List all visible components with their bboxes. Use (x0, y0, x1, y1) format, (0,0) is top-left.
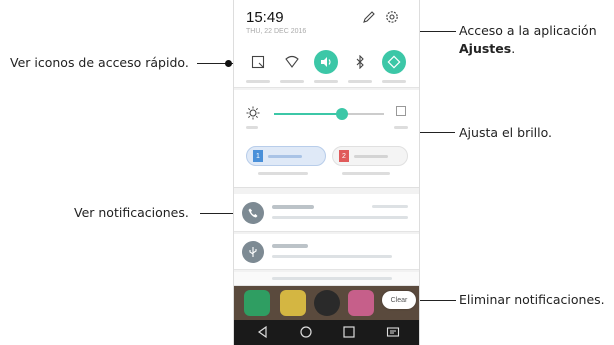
callout-brightness: Ajusta el brillo. (459, 124, 552, 142)
callout-notifications: Ver notificaciones. (74, 204, 189, 222)
notification-time-placeholder (372, 205, 408, 208)
sim-card-2-button[interactable]: 2 (332, 146, 408, 166)
callout-clear: Eliminar notificaciones. (459, 291, 605, 309)
phone-icon (248, 208, 258, 218)
home-icon[interactable] (299, 325, 313, 339)
callout-quick-access-text: Ver iconos de acceso rápido. (10, 55, 189, 70)
qs-label-placeholder (314, 80, 338, 83)
navigation-bar (234, 320, 419, 345)
callout-settings-line2: Ajustes. (459, 40, 597, 58)
notification-text-placeholder (272, 255, 392, 258)
rotation-icon (387, 55, 401, 69)
brightness-percent-placeholder (246, 126, 258, 129)
app-phone[interactable] (244, 290, 270, 316)
brightness-icon (246, 106, 260, 120)
callout-clear-text: Eliminar notificaciones. (459, 292, 605, 307)
brightness-slider[interactable] (274, 108, 384, 120)
clock-time: 15:49 (246, 9, 284, 26)
edit-icon[interactable] (362, 10, 376, 24)
brightness-slider-fill (274, 113, 343, 115)
notification-partial (234, 272, 419, 286)
sim-2-label-placeholder (354, 154, 388, 158)
callout-quick-access-dot (225, 60, 232, 67)
quick-settings-bar (234, 42, 419, 88)
screen-capture-icon (251, 55, 265, 69)
notification-icon (242, 202, 264, 224)
notification-file-transfer[interactable] (234, 234, 419, 270)
auto-label-placeholder (394, 126, 408, 129)
sound-toggle[interactable] (314, 50, 338, 74)
sim-2-badge: 2 (339, 150, 349, 162)
notification-text-placeholder (272, 216, 408, 219)
notification-title-placeholder (272, 205, 314, 209)
recents-icon[interactable] (342, 325, 356, 339)
screen-capture-toggle[interactable] (246, 50, 270, 74)
sim-1-carrier-placeholder (258, 172, 308, 175)
sound-icon (321, 57, 331, 67)
back-icon[interactable] (256, 325, 270, 339)
dual-window-icon[interactable] (386, 325, 400, 339)
sim-1-label-placeholder (268, 154, 302, 158)
callout-notifications-text: Ver notificaciones. (74, 205, 189, 220)
status-header: 15:49 THU, 22 DEC 2016 (234, 0, 419, 42)
brightness-panel: 1 2 (234, 90, 419, 188)
phone-screen: 15:49 THU, 22 DEC 2016 1 2 Clear (233, 0, 420, 345)
wifi-icon (285, 55, 299, 68)
callout-settings-app: Ajustes (459, 41, 512, 56)
app-messages[interactable] (280, 290, 306, 316)
gear-icon[interactable] (384, 9, 400, 25)
auto-brightness-checkbox[interactable] (396, 106, 406, 116)
brightness-slider-thumb[interactable] (336, 108, 349, 120)
qs-label-placeholder (280, 80, 304, 83)
qs-label-placeholder (382, 80, 406, 83)
callout-quick-access: Ver iconos de acceso rápido. (10, 54, 189, 72)
callout-settings: Acceso a la aplicación Ajustes. (459, 22, 597, 58)
bluetooth-icon (356, 55, 364, 69)
app-camera[interactable] (314, 290, 340, 316)
rotation-toggle[interactable] (382, 50, 406, 74)
app-gallery[interactable] (348, 290, 374, 316)
clear-notifications-button[interactable]: Clear (382, 291, 416, 309)
callout-settings-end: . (511, 41, 516, 56)
sim-card-1-button[interactable]: 1 (246, 146, 326, 166)
bluetooth-toggle[interactable] (348, 50, 372, 74)
sim-2-carrier-placeholder (342, 172, 390, 175)
notification-smart-forward[interactable] (234, 194, 419, 232)
notification-icon (242, 241, 264, 263)
wifi-toggle[interactable] (280, 50, 304, 74)
notification-title-placeholder (272, 244, 308, 248)
qs-label-placeholder (348, 80, 372, 83)
callout-brightness-text: Ajusta el brillo. (459, 125, 553, 140)
notification-text-placeholder (272, 277, 392, 280)
usb-icon (249, 247, 257, 257)
sim-1-badge: 1 (253, 150, 263, 162)
qs-label-placeholder (246, 80, 270, 83)
clock-date: THU, 22 DEC 2016 (246, 28, 307, 35)
callout-settings-line1: Acceso a la aplicación (459, 23, 597, 38)
